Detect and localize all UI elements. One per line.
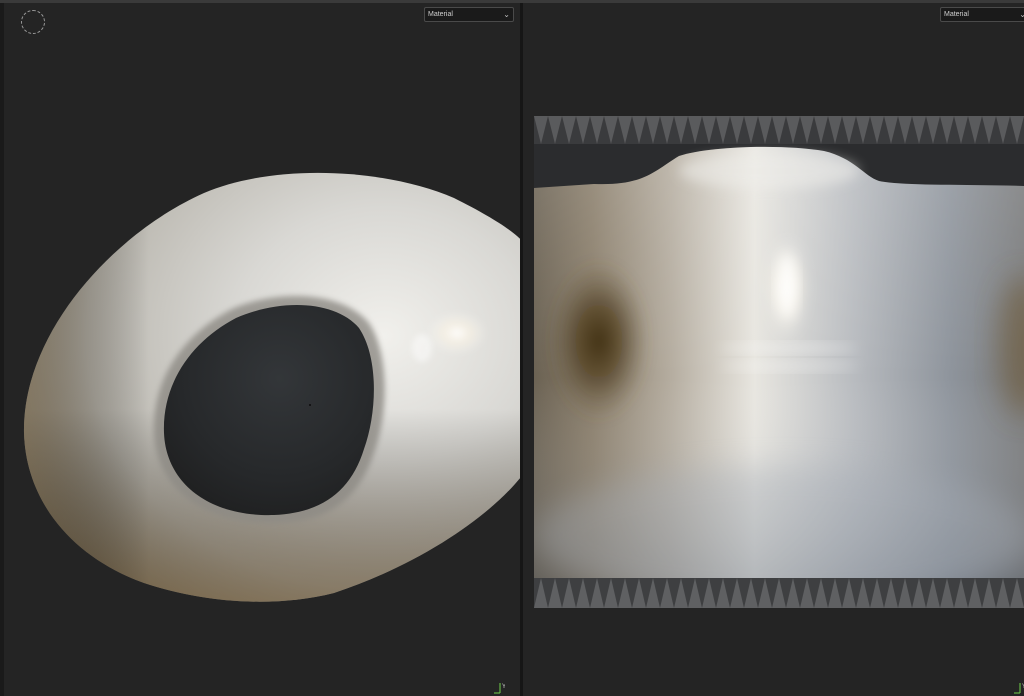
specular-highlight xyxy=(427,311,487,355)
uv-projection-canvas[interactable] xyxy=(534,116,1024,608)
mesh-vertex-marker xyxy=(309,404,311,406)
axis-indicator-icon: Y xyxy=(1014,683,1024,694)
bump-highlight xyxy=(679,153,859,189)
axis-indicator-icon: Y xyxy=(494,683,505,694)
shading-mode-label: Material xyxy=(944,11,969,18)
viewport-left[interactable]: Material ⌄ Y xyxy=(4,3,520,696)
axis-label: Y xyxy=(502,684,505,690)
shading-mode-dropdown[interactable]: Material ⌄ xyxy=(940,7,1024,22)
specular-core xyxy=(777,254,797,318)
shading-mode-label: Material xyxy=(428,11,453,18)
torus-mesh[interactable] xyxy=(4,3,520,696)
navigation-gizmo-icon[interactable] xyxy=(21,10,45,34)
chevron-down-icon: ⌄ xyxy=(503,10,510,19)
viewport-right[interactable]: Material ⌄ Y xyxy=(523,3,1024,696)
dark-shading-left xyxy=(549,261,649,421)
chevron-down-icon: ⌄ xyxy=(1019,10,1024,19)
reflection-band-1 xyxy=(719,343,859,353)
projection-render xyxy=(534,116,1024,608)
app-window: Material ⌄ Y Material ⌄ xyxy=(0,0,1024,696)
reflection-band-2 xyxy=(719,361,859,371)
shading-mode-dropdown[interactable]: Material ⌄ xyxy=(424,7,514,22)
specular-secondary xyxy=(412,334,432,362)
